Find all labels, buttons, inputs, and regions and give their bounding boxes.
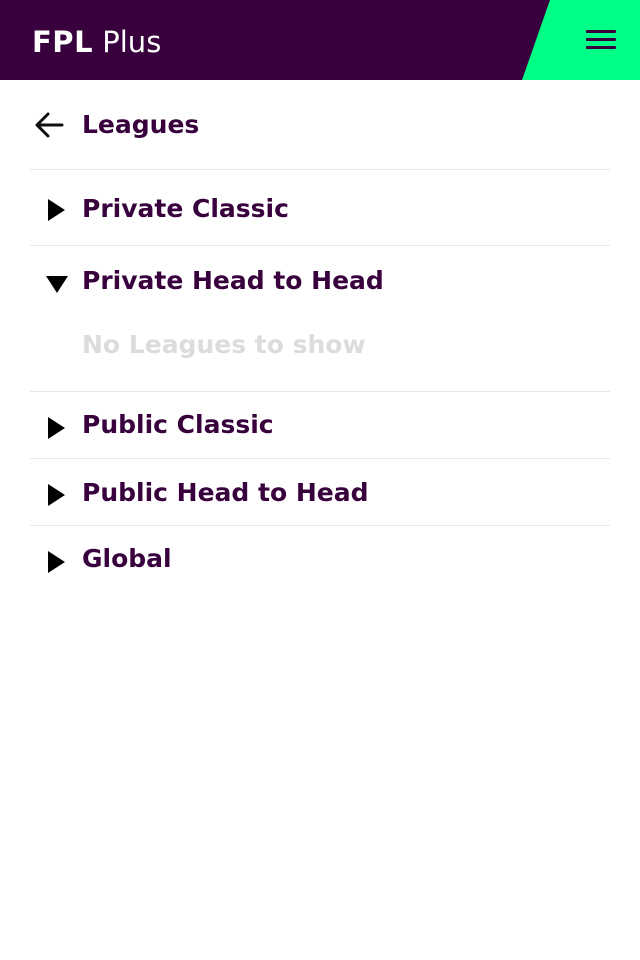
page-title: Leagues <box>82 110 200 139</box>
section-label: Public Head to Head <box>82 478 369 507</box>
app-logo[interactable]: FPL Plus <box>32 22 161 62</box>
section-label: Private Head to Head <box>82 266 384 295</box>
section-label: Private Classic <box>82 194 289 223</box>
brand-name-light: Plus <box>102 25 162 59</box>
brand-name-bold: FPL <box>32 25 94 59</box>
triangle-right-icon <box>46 417 66 439</box>
section-label: Public Classic <box>82 410 274 439</box>
triangle-right-icon <box>46 484 66 506</box>
app-header: FPL Plus <box>0 0 640 80</box>
arrow-left-icon[interactable] <box>34 111 66 139</box>
triangle-right-icon <box>46 551 66 573</box>
section-private-head-to-head[interactable]: Private Head to Head No Leagues to show <box>30 246 610 392</box>
triangle-down-icon <box>46 274 68 296</box>
menu-panel <box>522 0 640 80</box>
triangle-right-icon <box>46 199 66 221</box>
hamburger-menu-icon[interactable] <box>586 28 618 52</box>
section-global[interactable]: Global <box>30 526 610 593</box>
section-label: Global <box>82 544 172 573</box>
section-public-classic[interactable]: Public Classic <box>30 392 610 459</box>
section-public-head-to-head[interactable]: Public Head to Head <box>30 459 610 526</box>
empty-state-message: No Leagues to show <box>82 330 366 359</box>
page-title-row: Leagues <box>30 80 610 170</box>
leagues-content: Leagues Private Classic Private Head to … <box>30 80 610 593</box>
section-private-classic[interactable]: Private Classic <box>30 170 610 246</box>
